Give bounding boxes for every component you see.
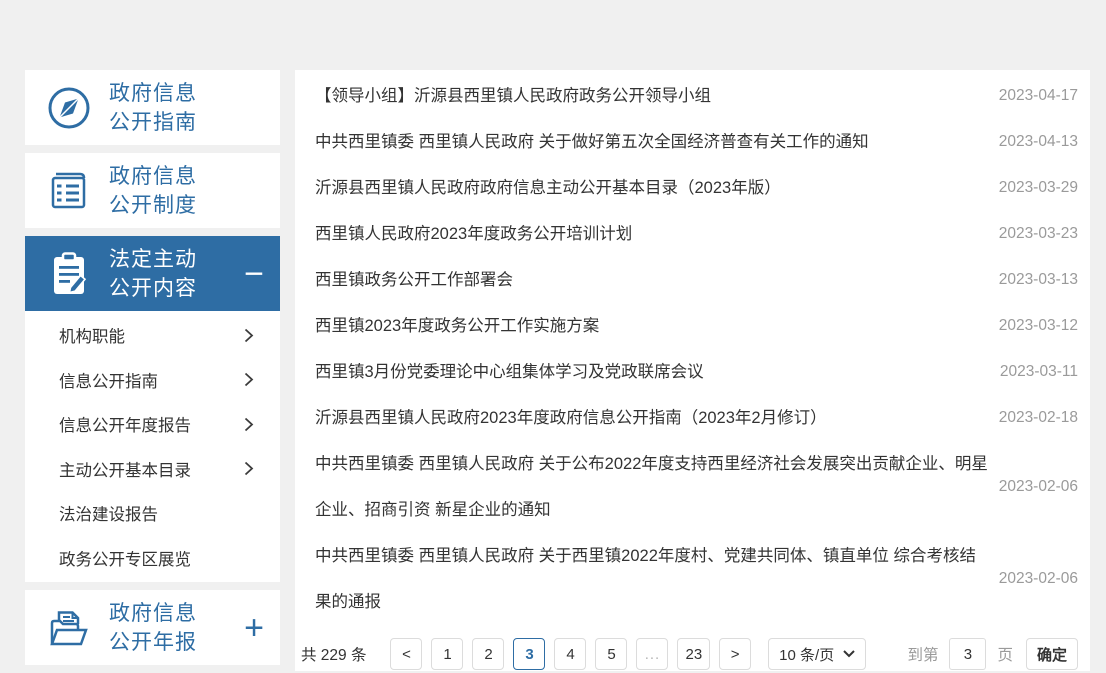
article-date: 2023-02-06	[999, 478, 1078, 496]
chevron-right-icon	[244, 417, 254, 432]
page-unit-label: 页	[997, 643, 1013, 665]
article-date: 2023-03-13	[999, 271, 1078, 289]
article-list: 【领导小组】沂源县西里镇人民政府政务公开领导小组 2023-04-17 中共西里…	[315, 73, 1078, 625]
article-title[interactable]: 西里镇2023年度政务公开工作实施方案	[315, 303, 999, 349]
article-title[interactable]: 沂源县西里镇人民政府2023年度政府信息公开指南（2023年2月修订）	[315, 395, 999, 441]
article-date: 2023-04-17	[999, 87, 1078, 105]
page-button-4[interactable]: 4	[554, 638, 586, 670]
page-button-1[interactable]: 1	[431, 638, 463, 670]
page-size-select[interactable]: 10 条/页	[768, 638, 866, 670]
submenu-item-annual-report[interactable]: 信息公开年度报告	[25, 402, 280, 447]
compass-icon	[45, 84, 93, 132]
chevron-right-icon	[244, 328, 254, 343]
article-title[interactable]: 中共西里镇委 西里镇人民政府 关于公布2022年度支持西里经济社会发展突出贡献企…	[315, 441, 999, 533]
folder-icon	[45, 604, 93, 652]
page-ellipsis-button[interactable]: ...	[636, 638, 668, 670]
confirm-button[interactable]: 确定	[1026, 638, 1078, 670]
submenu-item-label: 主动公开基本目录	[59, 457, 191, 481]
article-title[interactable]: 西里镇政务公开工作部署会	[315, 257, 999, 303]
article-date: 2023-03-29	[999, 179, 1078, 197]
total-count: 共 229 条	[301, 643, 366, 665]
page-button-3-active[interactable]: 3	[513, 638, 545, 670]
sidebar: 政府信息 公开指南 政府信息 公开制度	[25, 70, 280, 673]
submenu-item-label: 信息公开指南	[59, 368, 158, 392]
article-date: 2023-03-12	[999, 317, 1078, 335]
article-date: 2023-04-13	[999, 133, 1078, 151]
submenu-item-label: 政务公开专区展览	[59, 546, 191, 570]
list-item[interactable]: 西里镇2023年度政务公开工作实施方案 2023-03-12	[315, 303, 1078, 349]
list-item[interactable]: 沂源县西里镇人民政府2023年度政府信息公开指南（2023年2月修订） 2023…	[315, 395, 1078, 441]
submenu-item-label: 机构职能	[59, 323, 125, 347]
sidebar-item-label: 政府信息 公开指南	[109, 79, 197, 137]
chevron-down-icon	[843, 650, 855, 658]
expand-icon[interactable]: +	[244, 611, 264, 645]
sidebar-submenu: 机构职能 信息公开指南 信息公开年度报告 主动公开基本目录 法治建设报告 政务公…	[25, 311, 280, 582]
next-page-button[interactable]: >	[719, 638, 751, 670]
page-size-value: 10 条/页	[779, 644, 834, 665]
collapse-icon[interactable]: −	[244, 257, 264, 291]
submenu-item-info-guide[interactable]: 信息公开指南	[25, 358, 280, 403]
article-title[interactable]: 中共西里镇委 西里镇人民政府 关于做好第五次全国经济普查有关工作的通知	[315, 119, 999, 165]
list-item[interactable]: 西里镇政务公开工作部署会 2023-03-13	[315, 257, 1078, 303]
sidebar-item-gov-info-guide[interactable]: 政府信息 公开指南	[25, 70, 280, 145]
sidebar-item-label: 法定主动 公开内容	[109, 245, 197, 303]
submenu-item-organization[interactable]: 机构职能	[25, 313, 280, 358]
chevron-right-icon	[244, 461, 254, 476]
submenu-item-rule-of-law-report[interactable]: 法治建设报告	[25, 491, 280, 536]
article-title[interactable]: 中共西里镇委 西里镇人民政府 关于西里镇2022年度村、党建共同体、镇直单位 综…	[315, 533, 999, 625]
list-item[interactable]: 中共西里镇委 西里镇人民政府 关于西里镇2022年度村、党建共同体、镇直单位 综…	[315, 533, 1078, 625]
article-date: 2023-02-18	[999, 409, 1078, 427]
submenu-item-label: 信息公开年度报告	[59, 412, 191, 436]
article-title[interactable]: 沂源县西里镇人民政府政府信息主动公开基本目录（2023年版）	[315, 165, 999, 211]
article-title[interactable]: 西里镇人民政府2023年度政务公开培训计划	[315, 211, 999, 257]
goto-page-group: 到第 页 确定	[907, 638, 1078, 670]
article-date: 2023-03-23	[999, 225, 1078, 243]
page-button-2[interactable]: 2	[472, 638, 504, 670]
sidebar-item-gov-info-annual-report[interactable]: 政府信息 公开年报 +	[25, 590, 280, 665]
content-panel: 【领导小组】沂源县西里镇人民政府政务公开领导小组 2023-04-17 中共西里…	[295, 70, 1090, 671]
sidebar-item-statutory-disclosure[interactable]: 法定主动 公开内容 −	[25, 236, 280, 311]
notebook-icon	[45, 167, 93, 215]
chevron-right-icon	[244, 372, 254, 387]
goto-label: 到第	[907, 643, 938, 665]
page-button-5[interactable]: 5	[595, 638, 627, 670]
article-date: 2023-03-11	[1000, 363, 1078, 381]
list-item[interactable]: 中共西里镇委 西里镇人民政府 关于做好第五次全国经济普查有关工作的通知 2023…	[315, 119, 1078, 165]
list-item[interactable]: 沂源县西里镇人民政府政府信息主动公开基本目录（2023年版） 2023-03-2…	[315, 165, 1078, 211]
pagination: 共 229 条 < 1 2 3 4 5 ... 23 > 10 条/页 到第 页…	[301, 638, 1078, 670]
clipboard-pen-icon	[45, 250, 93, 298]
article-date: 2023-02-06	[999, 570, 1078, 588]
list-item[interactable]: 【领导小组】沂源县西里镇人民政府政务公开领导小组 2023-04-17	[315, 73, 1078, 119]
sidebar-item-gov-info-system[interactable]: 政府信息 公开制度	[25, 153, 280, 228]
list-item[interactable]: 西里镇人民政府2023年度政务公开培训计划 2023-03-23	[315, 211, 1078, 257]
article-title[interactable]: 西里镇3月份党委理论中心组集体学习及党政联席会议	[315, 349, 1000, 395]
prev-page-button[interactable]: <	[390, 638, 422, 670]
page-button-23[interactable]: 23	[677, 638, 710, 670]
goto-page-input[interactable]	[949, 638, 986, 670]
submenu-item-basic-catalog[interactable]: 主动公开基本目录	[25, 447, 280, 492]
list-item[interactable]: 中共西里镇委 西里镇人民政府 关于公布2022年度支持西里经济社会发展突出贡献企…	[315, 441, 1078, 533]
submenu-item-label: 法治建设报告	[59, 501, 158, 525]
list-item[interactable]: 西里镇3月份党委理论中心组集体学习及党政联席会议 2023-03-11	[315, 349, 1078, 395]
article-title[interactable]: 【领导小组】沂源县西里镇人民政府政务公开领导小组	[315, 73, 999, 119]
submenu-item-open-gov-zone[interactable]: 政务公开专区展览	[25, 536, 280, 581]
sidebar-item-label: 政府信息 公开制度	[109, 162, 197, 220]
sidebar-item-label: 政府信息 公开年报	[109, 599, 197, 657]
